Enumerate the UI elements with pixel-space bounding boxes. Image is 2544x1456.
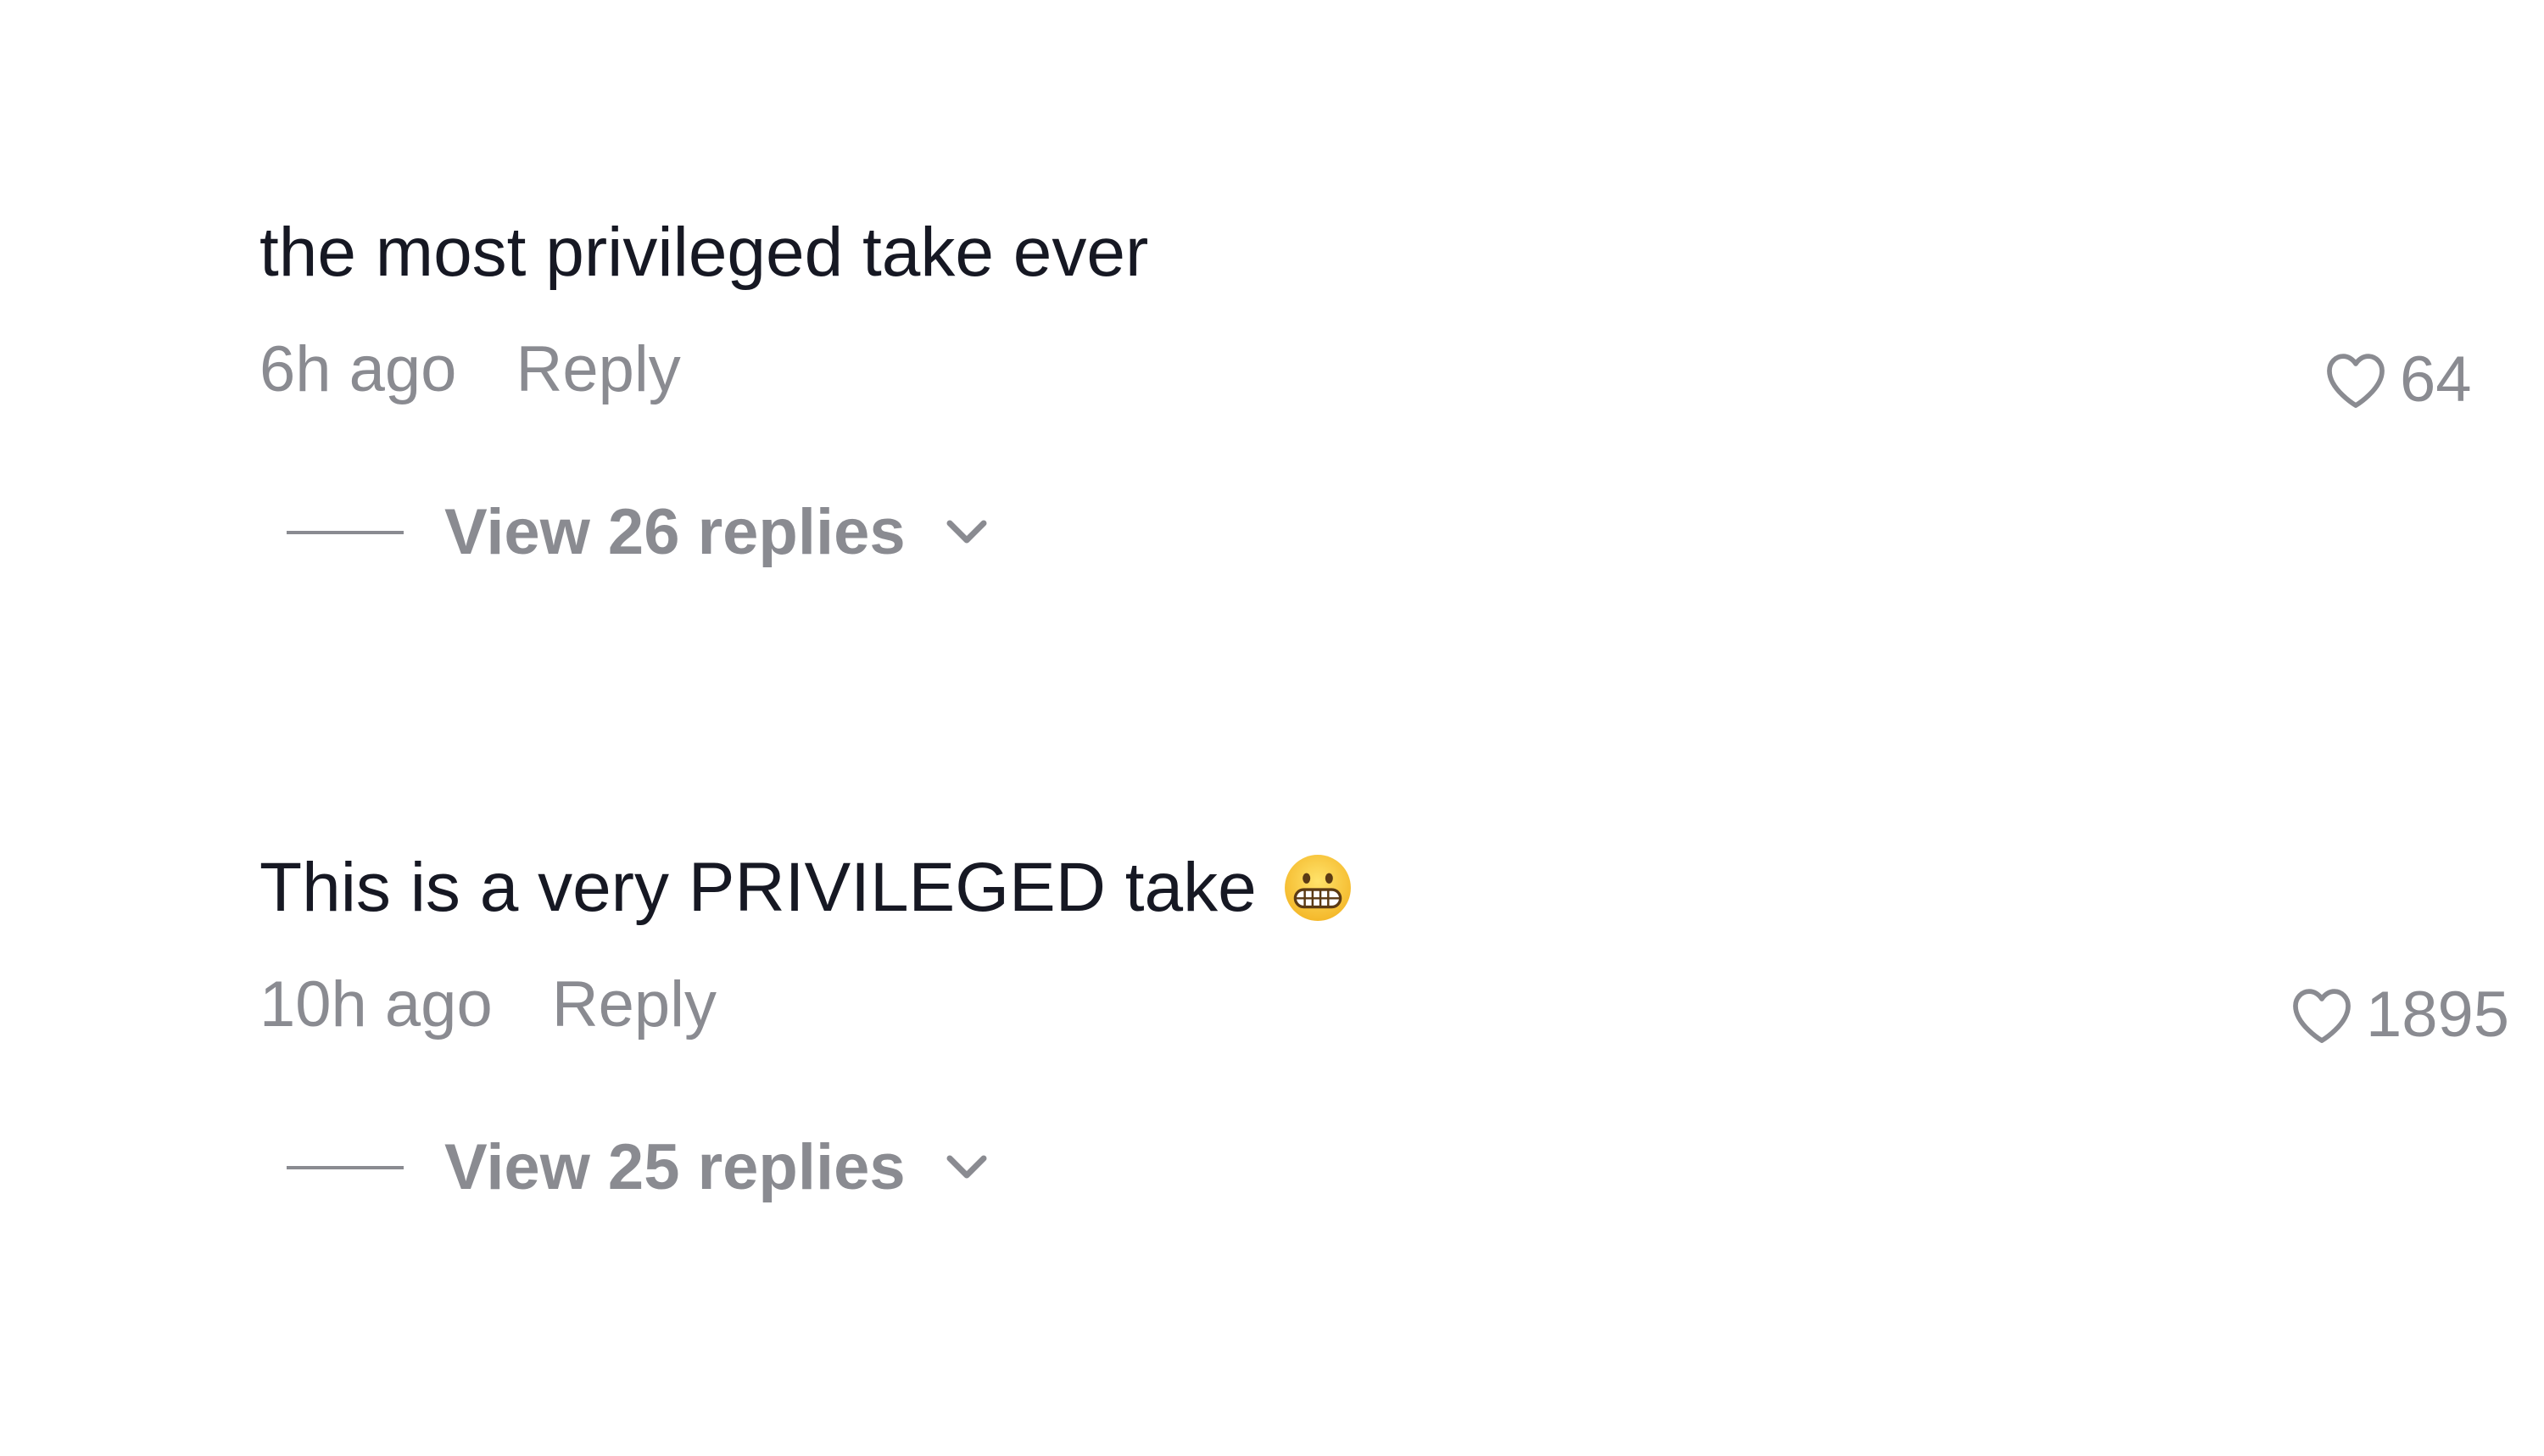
comment-text-body: This is a very PRIVILEGED take — [259, 849, 1257, 926]
replies-divider — [287, 531, 404, 534]
heart-icon — [2327, 354, 2385, 408]
like-button[interactable]: 1895 — [2290, 973, 2509, 1057]
reply-button[interactable]: Reply — [516, 333, 680, 405]
replies-divider — [287, 1166, 404, 1169]
view-replies-label: View 26 replies — [444, 496, 906, 568]
like-count: 64 — [2400, 343, 2472, 416]
comment-timestamp: 10h ago — [259, 968, 493, 1040]
comment-meta: 10h ago Reply — [259, 962, 717, 1047]
like-button[interactable]: 64 — [2324, 338, 2472, 422]
comment-text: This is a very PRIVILEGED take — [259, 845, 1353, 930]
chevron-down-icon — [946, 1155, 987, 1179]
comment-meta: 6h ago Reply — [259, 327, 681, 412]
chevron-down-icon — [946, 520, 987, 544]
comment-text: the most privileged take ever — [259, 214, 1149, 291]
like-count: 1895 — [2366, 979, 2510, 1051]
view-replies-button[interactable]: View 26 replies — [287, 490, 989, 575]
view-replies-button[interactable]: View 25 replies — [287, 1125, 989, 1210]
view-replies-label: View 25 replies — [444, 1131, 906, 1203]
comment-item: the most privileged take ever 6h ago Repl… — [0, 210, 2544, 821]
heart-icon — [2293, 989, 2351, 1043]
comment-item: This is a very PRIVILEGED take 10h ago R… — [0, 845, 2544, 1456]
reply-button[interactable]: Reply — [552, 968, 717, 1040]
grimacing-face-icon — [1283, 853, 1353, 923]
comment-timestamp: 6h ago — [259, 333, 457, 405]
